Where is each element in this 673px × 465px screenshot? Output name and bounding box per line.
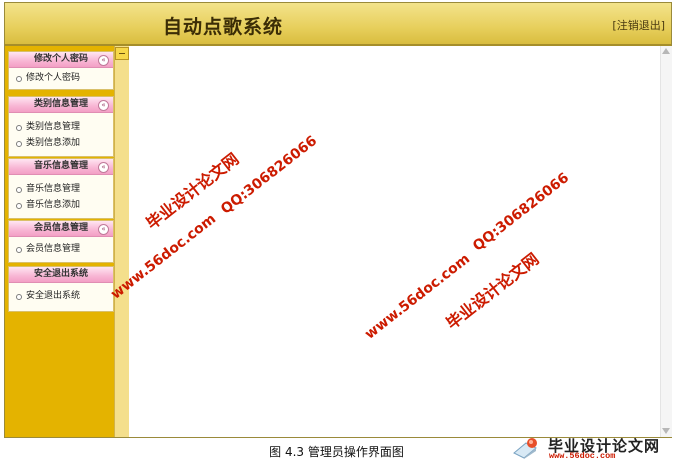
collapse-icon[interactable]: « xyxy=(98,224,109,235)
sidebar-toggle-strip[interactable] xyxy=(114,46,129,437)
sidebar: 修改个人密码 « 修改个人密码 类别信息管理 « 类别信息管理 类别信息添加 音… xyxy=(5,46,114,437)
collapse-icon[interactable]: « xyxy=(98,55,109,66)
menu-item-music-add[interactable]: 音乐信息添加 xyxy=(9,197,113,213)
menu-item-category-manage[interactable]: 类别信息管理 xyxy=(9,119,113,135)
site-logo: 毕业设计论文网 www.56doc.com xyxy=(512,433,672,463)
menu-group-logout: 安全退出系统 安全退出系统 xyxy=(8,266,114,312)
menu-group-password: 修改个人密码 « 修改个人密码 xyxy=(8,51,114,90)
app-title: 自动点歌系统 xyxy=(163,16,284,38)
menu-head-label: 音乐信息管理 xyxy=(33,161,88,171)
app-window: 自动点歌系统 [注销退出] 修改个人密码 « 修改个人密码 类别信息管理 « 类… xyxy=(4,2,672,438)
menu-head-label: 安全退出系统 xyxy=(33,269,88,279)
menu-item-label: 音乐信息添加 xyxy=(26,200,81,210)
menu-group-category: 类别信息管理 « 类别信息管理 类别信息添加 xyxy=(8,96,114,157)
menu-head-label: 修改个人密码 xyxy=(33,54,88,64)
bullet-icon xyxy=(16,76,22,82)
logo-url: www.56doc.com xyxy=(549,451,616,461)
collapse-icon[interactable]: « xyxy=(98,100,109,111)
menu-head-logout[interactable]: 安全退出系统 xyxy=(9,267,113,283)
logout-link[interactable]: [注销退出] xyxy=(612,17,665,33)
header-bar: 自动点歌系统 [注销退出] xyxy=(5,3,671,46)
logo-icon xyxy=(513,438,537,459)
menu-head-label: 会员信息管理 xyxy=(33,223,88,233)
menu-head-label: 类别信息管理 xyxy=(33,99,88,109)
main-content xyxy=(129,46,660,437)
bullet-icon xyxy=(16,141,22,147)
bullet-icon xyxy=(16,294,22,300)
bullet-icon xyxy=(16,187,22,193)
menu-item-safe-exit[interactable]: 安全退出系统 xyxy=(9,288,113,304)
bullet-icon xyxy=(16,203,22,209)
vertical-scrollbar[interactable] xyxy=(660,46,672,437)
scroll-up-icon[interactable] xyxy=(662,48,670,54)
menu-head-password[interactable]: 修改个人密码 « xyxy=(9,52,113,68)
menu-head-music[interactable]: 音乐信息管理 « xyxy=(9,159,113,175)
menu-item-member-manage[interactable]: 会员信息管理 xyxy=(9,241,113,257)
menu-item-label: 音乐信息管理 xyxy=(26,184,81,194)
menu-item-label: 安全退出系统 xyxy=(26,291,81,301)
menu-item-music-manage[interactable]: 音乐信息管理 xyxy=(9,181,113,197)
bullet-icon xyxy=(16,247,22,253)
menu-item-change-password[interactable]: 修改个人密码 xyxy=(9,70,113,86)
menu-group-music: 音乐信息管理 « 音乐信息管理 音乐信息添加 xyxy=(8,158,114,219)
collapse-icon[interactable]: « xyxy=(98,162,109,173)
menu-item-label: 修改个人密码 xyxy=(26,73,81,83)
menu-head-member[interactable]: 会员信息管理 « xyxy=(9,221,113,237)
bullet-icon xyxy=(16,125,22,131)
menu-head-category[interactable]: 类别信息管理 « xyxy=(9,97,113,113)
menu-item-category-add[interactable]: 类别信息添加 xyxy=(9,135,113,151)
minus-icon[interactable] xyxy=(115,47,129,60)
menu-item-label: 类别信息管理 xyxy=(26,122,81,132)
menu-item-label: 会员信息管理 xyxy=(26,244,81,254)
menu-group-member: 会员信息管理 « 会员信息管理 xyxy=(8,220,114,263)
menu-item-label: 类别信息添加 xyxy=(26,138,81,148)
